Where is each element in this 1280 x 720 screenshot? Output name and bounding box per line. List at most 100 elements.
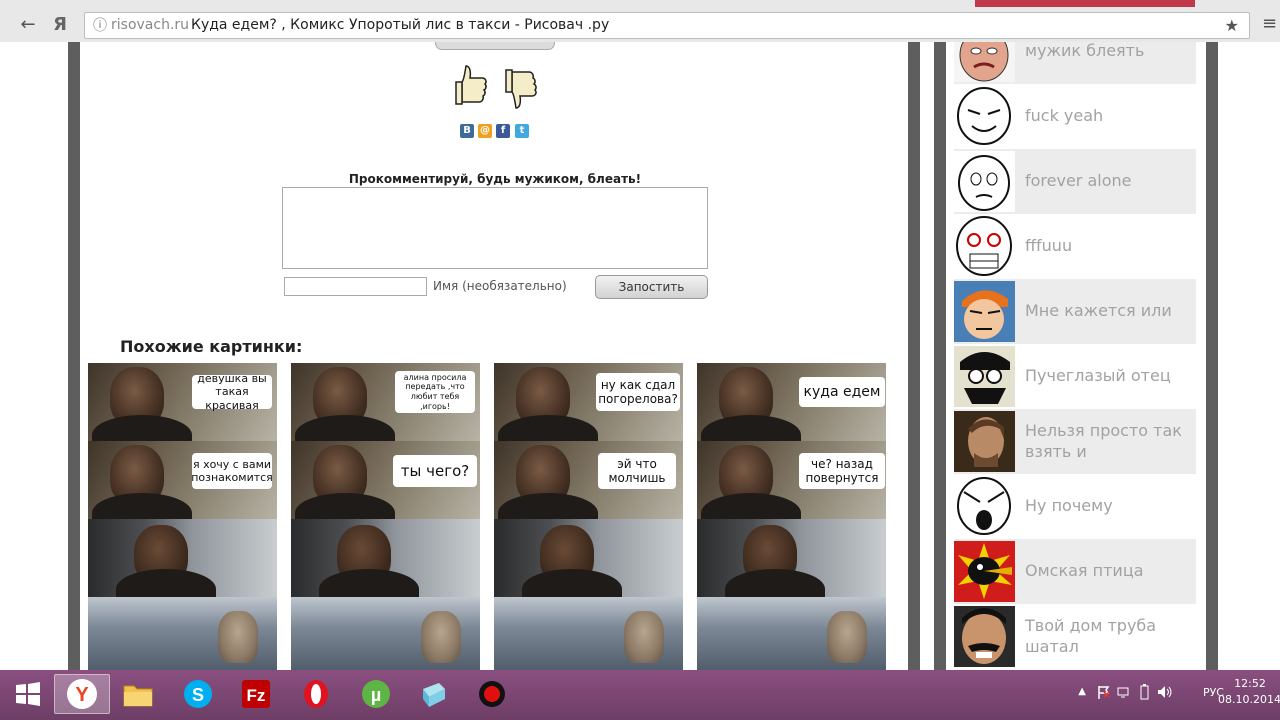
sidebar-right-border [1206, 42, 1218, 670]
sidebar-item-nelzya-prosto-tak[interactable]: Нельзя просто так взять и [954, 409, 1196, 474]
sidebar-item-label: Нельзя просто так взять и [1025, 420, 1182, 461]
sidebar-item-nu-pochemu[interactable]: Ну почему [954, 474, 1196, 539]
sidebar-item-label: Ну почему [1025, 496, 1113, 516]
comic-panel: алина просила передать ,что любит тебя ,… [291, 363, 480, 455]
show-hidden-icons-icon[interactable]: ▲ [1078, 686, 1086, 697]
boromir-face-icon [954, 411, 1015, 472]
similar-comic-2[interactable]: алина просила передать ,что любит тебя ,… [291, 363, 480, 670]
speech-bubble: я хочу с вами познакомится [191, 453, 273, 489]
sidebar-item-label: fffuuu [1025, 236, 1073, 256]
comic-panel: девушка вы такая красивая [88, 363, 277, 455]
tab-strip-accent [975, 0, 1195, 7]
top-button-edge[interactable] [435, 42, 555, 50]
comic-panel [88, 519, 277, 609]
svg-text:Fz: Fz [247, 686, 266, 705]
omsk-bird-icon [954, 541, 1015, 602]
comic-panel [291, 597, 480, 670]
sidebar-item-muzhik-bleyat[interactable]: мужик блеять [954, 42, 1196, 84]
twitter-share-icon[interactable]: t [515, 124, 529, 138]
address-bar[interactable]: ⓘ risovach.ru Куда едем? , Комикс Упорот… [84, 12, 1250, 39]
similar-pictures-title: Похожие картинки: [120, 337, 303, 356]
comic-panel: эй что молчишь [494, 441, 683, 533]
vk-share-icon[interactable]: B [460, 124, 474, 138]
opera-icon [304, 680, 328, 708]
sidebar-item-mne-kazhetsya-ili[interactable]: Мне кажется или [954, 279, 1196, 344]
battery-icon[interactable] [1136, 684, 1152, 700]
app-cube-icon [423, 683, 445, 707]
sidebar-item-fffuuu[interactable]: fffuuu [954, 214, 1196, 279]
sidebar-item-label: Омская птица [1025, 561, 1144, 581]
speech-bubble: ну как сдал погорелова? [596, 373, 680, 411]
angry-man-face-icon [954, 42, 1015, 82]
similar-comic-4[interactable]: куда едем че? назад повернутся [697, 363, 886, 670]
skype-icon: S [184, 680, 212, 708]
taskbar-opera[interactable] [288, 674, 344, 714]
thumbs-down-icon[interactable] [504, 64, 538, 110]
comic-panel [494, 597, 683, 670]
forever-alone-face-icon [954, 151, 1015, 212]
bookmark-star-icon[interactable]: ★ [1225, 13, 1239, 38]
taskbar-file-explorer[interactable] [110, 674, 166, 714]
volume-icon[interactable] [1156, 684, 1174, 700]
yandex-browser-icon: Y [67, 679, 97, 709]
flag-icon[interactable] [1096, 684, 1112, 700]
facebook-share-icon[interactable]: f [496, 124, 510, 138]
clock-time[interactable]: 12:52 [1230, 677, 1270, 690]
taskbar-recorder[interactable] [464, 674, 520, 714]
comic-panel: ну как сдал погорелова? [494, 363, 683, 455]
clock-date[interactable]: 08.10.2014 [1218, 693, 1280, 706]
comment-textarea[interactable] [282, 187, 708, 269]
speech-bubble: эй что молчишь [598, 453, 676, 489]
sidebar-item-tvoy-dom-truba-shatal[interactable]: Твой дом труба шатал [954, 604, 1196, 669]
taskbar-yandex-browser[interactable]: Y [54, 674, 110, 714]
name-input[interactable] [284, 277, 427, 296]
sidebar-item-label: fuck yeah [1025, 106, 1104, 126]
browser-menu-icon[interactable]: ≡ [1262, 14, 1278, 34]
left-page-border [68, 42, 80, 670]
address-page-title: Куда едем? , Комикс Упоротый лис в такси… [191, 17, 610, 33]
thumbs-up-icon[interactable] [454, 64, 488, 110]
taskbar-filezilla[interactable]: Fz [228, 674, 284, 714]
speech-bubble: алина просила передать ,что любит тебя ,… [395, 371, 475, 413]
why-face-icon [954, 476, 1015, 537]
sidebar-item-label: Мне кажется или [1025, 301, 1172, 321]
mail-share-icon[interactable]: @ [478, 124, 492, 138]
comic-panel: куда едем [697, 363, 886, 455]
start-button[interactable] [0, 674, 56, 714]
taskbar-app[interactable] [406, 674, 462, 714]
back-button[interactable]: ← [16, 13, 40, 37]
comic-panel [291, 519, 480, 609]
filezilla-icon: Fz [242, 680, 270, 708]
network-icon[interactable] [1116, 684, 1132, 700]
svg-text:Y: Y [75, 684, 89, 706]
sidebar-item-omskaya-ptitsa[interactable]: Омская птица [954, 539, 1196, 604]
fuck-yeah-face-icon [954, 86, 1015, 147]
sidebar-item-label: Пучеглазый отец [1025, 366, 1171, 386]
speech-bubble: девушка вы такая красивая [192, 372, 272, 412]
meme-sidebar: мужик блеять fuck yeah forever alone fff… [946, 42, 1206, 670]
fry-face-icon [954, 281, 1015, 342]
record-icon [479, 681, 505, 707]
svg-text:µ: µ [371, 685, 381, 705]
sidebar-item-fuck-yeah[interactable]: fuck yeah [954, 84, 1196, 149]
sidebar-item-forever-alone[interactable]: forever alone [954, 149, 1196, 214]
svg-text:S: S [192, 685, 204, 705]
comment-title: Прокомментируй, будь мужиком, блеать! [348, 172, 642, 186]
windows-taskbar: Y S Fz µ ▲ РУС 12:52 08.10.2014 [0, 670, 1280, 720]
similar-comic-3[interactable]: ну как сдал погорелова? эй что молчишь [494, 363, 683, 670]
taskbar-skype[interactable]: S [170, 674, 226, 714]
sidebar-item-puchoglazyy-otets[interactable]: Пучеглазый отец [954, 344, 1196, 409]
rage-face-icon [954, 216, 1015, 277]
sidebar-item-label: forever alone [1025, 171, 1132, 191]
middle-page-border [908, 42, 920, 670]
comic-panel [88, 597, 277, 670]
comic-panel [697, 597, 886, 670]
comic-panel [697, 519, 886, 609]
submit-button[interactable]: Запостить [595, 275, 708, 299]
taskbar-utorrent[interactable]: µ [348, 674, 404, 714]
similar-comic-1[interactable]: девушка вы такая красивая я хочу с вами … [88, 363, 277, 670]
speech-bubble: ты чего? [393, 455, 477, 487]
yandex-logo-icon[interactable]: Я [48, 13, 72, 37]
windows-logo-icon [16, 682, 40, 706]
page-info-icon[interactable]: ⓘ [91, 14, 109, 39]
